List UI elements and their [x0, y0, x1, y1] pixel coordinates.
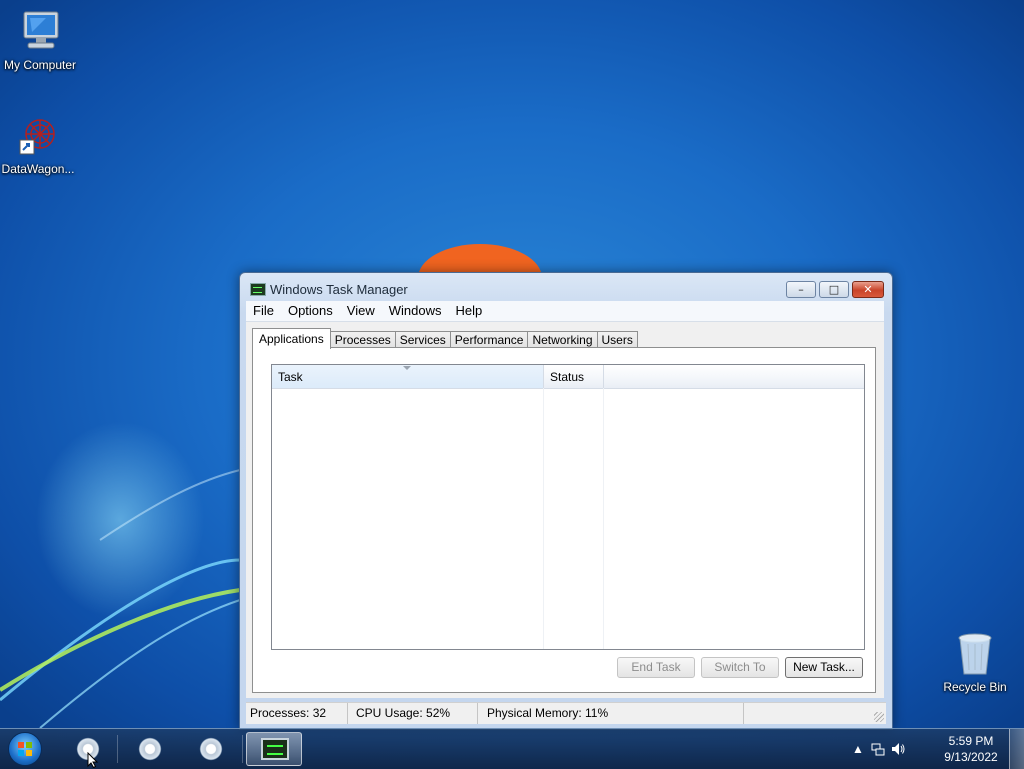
resize-grip-icon[interactable] [874, 712, 884, 722]
desktop-icon-label: Recycle Bin [943, 680, 1007, 694]
close-button[interactable]: ✕ [852, 281, 884, 298]
status-physical-memory: Physical Memory: 11% [478, 703, 744, 724]
maximize-icon: □ [828, 283, 840, 296]
window-title: Windows Task Manager [270, 282, 408, 297]
list-header: Task Status [272, 365, 864, 389]
desktop-icon-label: DataWagon... [1, 162, 75, 176]
tab-strip: Applications Processes Services Performa… [252, 328, 638, 349]
gear-icon [137, 736, 163, 762]
maximize-button[interactable]: □ [819, 281, 849, 298]
task-manager-app-icon [250, 283, 266, 296]
status-processes: Processes: 32 [246, 703, 348, 724]
menu-file[interactable]: File [246, 301, 281, 321]
menu-options[interactable]: Options [281, 301, 340, 321]
gear-icon [198, 736, 224, 762]
taskbar-task-manager[interactable] [246, 732, 302, 766]
menu-help[interactable]: Help [448, 301, 489, 321]
sort-arrow-icon [403, 366, 411, 370]
menu-bar: File Options View Windows Help [246, 301, 884, 322]
taskbar: ▲ 5:59 PM 9/13/2022 [0, 728, 1024, 769]
switch-to-button[interactable]: Switch To [701, 657, 779, 678]
volume-icon[interactable] [890, 741, 906, 757]
applications-panel: Task Status End Task Switch To New Task.… [252, 347, 876, 693]
taskbar-app-2[interactable] [123, 732, 179, 766]
menu-view[interactable]: View [340, 301, 382, 321]
taskbar-divider [242, 735, 243, 763]
show-hidden-icons-icon[interactable]: ▲ [850, 741, 866, 757]
desktop-icon-datawagon[interactable]: DataWagon... [0, 112, 78, 176]
window-client-area: Applications Processes Services Performa… [246, 322, 884, 698]
clock-time: 5:59 PM [948, 734, 994, 748]
close-icon: ✕ [863, 283, 873, 296]
network-icon[interactable] [870, 741, 886, 757]
clock[interactable]: 5:59 PM 9/13/2022 [936, 733, 1006, 765]
recycle-bin-icon [951, 630, 999, 678]
show-desktop-button[interactable] [1009, 729, 1024, 769]
system-tray: ▲ 5:59 PM 9/13/2022 [846, 729, 1006, 769]
taskbar-divider [117, 735, 118, 763]
clock-date: 9/13/2022 [944, 750, 998, 764]
status-bar: Processes: 32 CPU Usage: 52% Physical Me… [246, 702, 886, 724]
minimize-button[interactable]: – [786, 281, 816, 298]
end-task-button[interactable]: End Task [617, 657, 695, 678]
tab-applications[interactable]: Applications [252, 328, 331, 349]
computer-icon [16, 8, 64, 56]
title-bar[interactable]: Windows Task Manager – □ ✕ [240, 273, 892, 301]
status-cpu-usage: CPU Usage: 52% [348, 703, 478, 724]
new-task-button[interactable]: New Task... [785, 657, 863, 678]
desktop-icon-recycle-bin[interactable]: Recycle Bin [935, 630, 1015, 694]
taskbar-app-3[interactable] [184, 732, 240, 766]
datawagon-icon [14, 112, 62, 160]
task-manager-window[interactable]: Windows Task Manager – □ ✕ File Options Vi… [239, 272, 893, 730]
start-button[interactable] [8, 732, 42, 766]
mouse-cursor-icon [87, 752, 99, 768]
menu-windows[interactable]: Windows [382, 301, 449, 321]
desktop-icon-my-computer[interactable]: My Computer [0, 8, 80, 72]
column-header-status[interactable]: Status [544, 365, 604, 388]
desktop-icon-label: My Computer [3, 58, 77, 72]
column-separator [543, 388, 544, 649]
task-manager-icon [261, 738, 289, 760]
applications-list[interactable]: Task Status [271, 364, 865, 650]
column-separator [603, 388, 604, 649]
minimize-icon: – [798, 283, 804, 296]
